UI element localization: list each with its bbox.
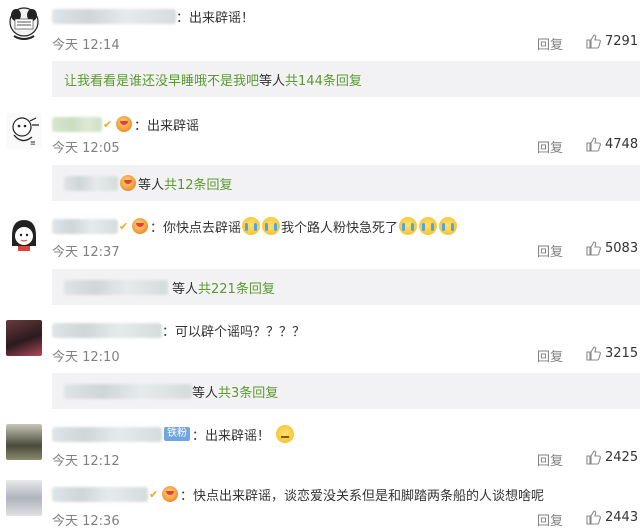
thumbs-up-icon	[586, 510, 601, 525]
thumbs-up-icon	[586, 346, 601, 361]
blurred-username[interactable]	[64, 383, 192, 399]
comment-time: 今天 12:14	[52, 38, 120, 53]
comment-time: 今天 12:36	[52, 514, 120, 529]
avatar[interactable]	[6, 320, 42, 356]
like-count: 2425	[605, 449, 639, 465]
reply-button[interactable]: 回复	[537, 346, 563, 365]
comment-text: ：你快点去辟谣	[150, 220, 242, 236]
sub-replies[interactable]: 等人 共3条回复	[52, 373, 640, 409]
fan-medal-icon	[132, 218, 148, 234]
comment-line: ：可以辟个谣吗？？？？	[52, 320, 305, 340]
blurred-username[interactable]	[52, 322, 162, 338]
like-button[interactable]: 2425	[585, 449, 638, 465]
comment-text: ：出来辟谣！	[192, 428, 271, 444]
like-button[interactable]: 5083	[585, 240, 638, 256]
svg-text:≡: ≡	[30, 139, 36, 147]
sub-replies[interactable]: 让我看看是谁还没早睡哦不是我吧 等人 共144条回复	[52, 61, 640, 97]
blurred-username[interactable]	[52, 426, 162, 442]
comment-text-2: 我个路人粉快急死了	[281, 220, 399, 236]
comment-time: 今天 12:37	[52, 245, 120, 260]
like-count: 7291	[605, 33, 639, 49]
like-count: 5083	[605, 240, 639, 256]
crying-emoji-icon	[242, 217, 261, 235]
avatar[interactable]: ≡	[6, 113, 42, 149]
blurred-username[interactable]	[52, 8, 176, 24]
sub-reply-mid: 等人	[259, 73, 286, 89]
v-badge-icon: ✔	[149, 487, 159, 501]
sub-reply-count[interactable]: 共144条回复	[285, 70, 362, 89]
avatar[interactable]	[6, 216, 42, 252]
comment-line: ✔ ：你快点去辟谣 我个路人粉快急死了	[52, 216, 458, 236]
comment-time: 今天 12:05	[52, 141, 120, 156]
fan-medal-icon	[120, 175, 136, 191]
crying-emoji-icon	[399, 217, 418, 235]
v-badge-icon: ✔	[119, 219, 129, 233]
comment-line: ✔ ：出来辟谣	[52, 114, 199, 134]
blurred-username[interactable]	[52, 116, 102, 132]
sub-reply-count[interactable]: 共12条回复	[164, 174, 233, 193]
like-button[interactable]: 4748	[585, 136, 638, 152]
v-badge-icon: ✔	[103, 117, 113, 131]
comment-text: ：可以辟个谣吗？？？？	[162, 324, 306, 340]
sub-reply-count[interactable]: 共3条回复	[218, 382, 278, 401]
sub-replies[interactable]: 等人 共12条回复	[52, 165, 640, 201]
reply-button[interactable]: 回复	[537, 450, 563, 469]
sub-reply-mid: 等人	[138, 177, 165, 193]
reply-button[interactable]: 回复	[537, 34, 563, 53]
crying-emoji-icon	[262, 217, 281, 235]
crying-emoji-icon	[419, 217, 438, 235]
like-count: 2443	[605, 509, 639, 525]
like-count: 4748	[605, 136, 639, 152]
like-button[interactable]: 2443	[585, 509, 638, 525]
thinking-emoji-icon	[276, 425, 295, 443]
comment-text: ：出来辟谣	[134, 118, 200, 134]
comment-time: 今天 12:12	[52, 454, 120, 469]
crying-emoji-icon	[439, 217, 458, 235]
thumbs-up-icon	[586, 34, 601, 49]
comment-line: ：出来辟谣！	[52, 6, 254, 26]
sub-replies[interactable]: 等人 共221条回复	[52, 269, 640, 305]
like-button[interactable]: 3215	[585, 345, 638, 361]
thumbs-up-icon	[586, 241, 601, 256]
avatar[interactable]	[6, 480, 42, 516]
comment-line: ✔ ：快点出来辟谣，谈恋爱没关系但是和脚踏两条船的人谈想啥呢	[52, 484, 544, 504]
blurred-username[interactable]	[64, 279, 168, 295]
sub-reply-mid: 等人	[192, 385, 219, 401]
comment-line: 铁粉 ：出来辟谣！	[52, 424, 295, 444]
thumbs-up-icon	[586, 450, 601, 465]
blurred-username[interactable]	[64, 175, 118, 191]
comment-time: 今天 12:10	[52, 350, 120, 365]
avatar[interactable]	[6, 6, 42, 42]
fan-badge: 铁粉	[164, 427, 190, 441]
thumbs-up-icon	[586, 137, 601, 152]
fan-medal-icon	[162, 486, 178, 502]
reply-button[interactable]: 回复	[537, 241, 563, 260]
blurred-username[interactable]	[52, 218, 118, 234]
comment-text: ：快点出来辟谣，谈恋爱没关系但是和脚踏两条船的人谈想啥呢	[180, 488, 545, 504]
reply-button[interactable]: 回复	[537, 137, 563, 156]
avatar[interactable]	[6, 424, 42, 460]
blurred-username[interactable]	[52, 486, 148, 502]
sub-reply-user[interactable]: 让我看看是谁还没早睡哦不是我吧	[64, 70, 259, 89]
reply-button[interactable]: 回复	[537, 510, 563, 529]
like-count: 3215	[605, 345, 639, 361]
comment-text: ：出来辟谣！	[176, 10, 255, 26]
like-button[interactable]: 7291	[585, 33, 638, 49]
sub-reply-count[interactable]: 共221条回复	[198, 278, 275, 297]
fan-medal-icon	[116, 116, 132, 132]
sub-reply-mid: 等人	[172, 281, 199, 297]
